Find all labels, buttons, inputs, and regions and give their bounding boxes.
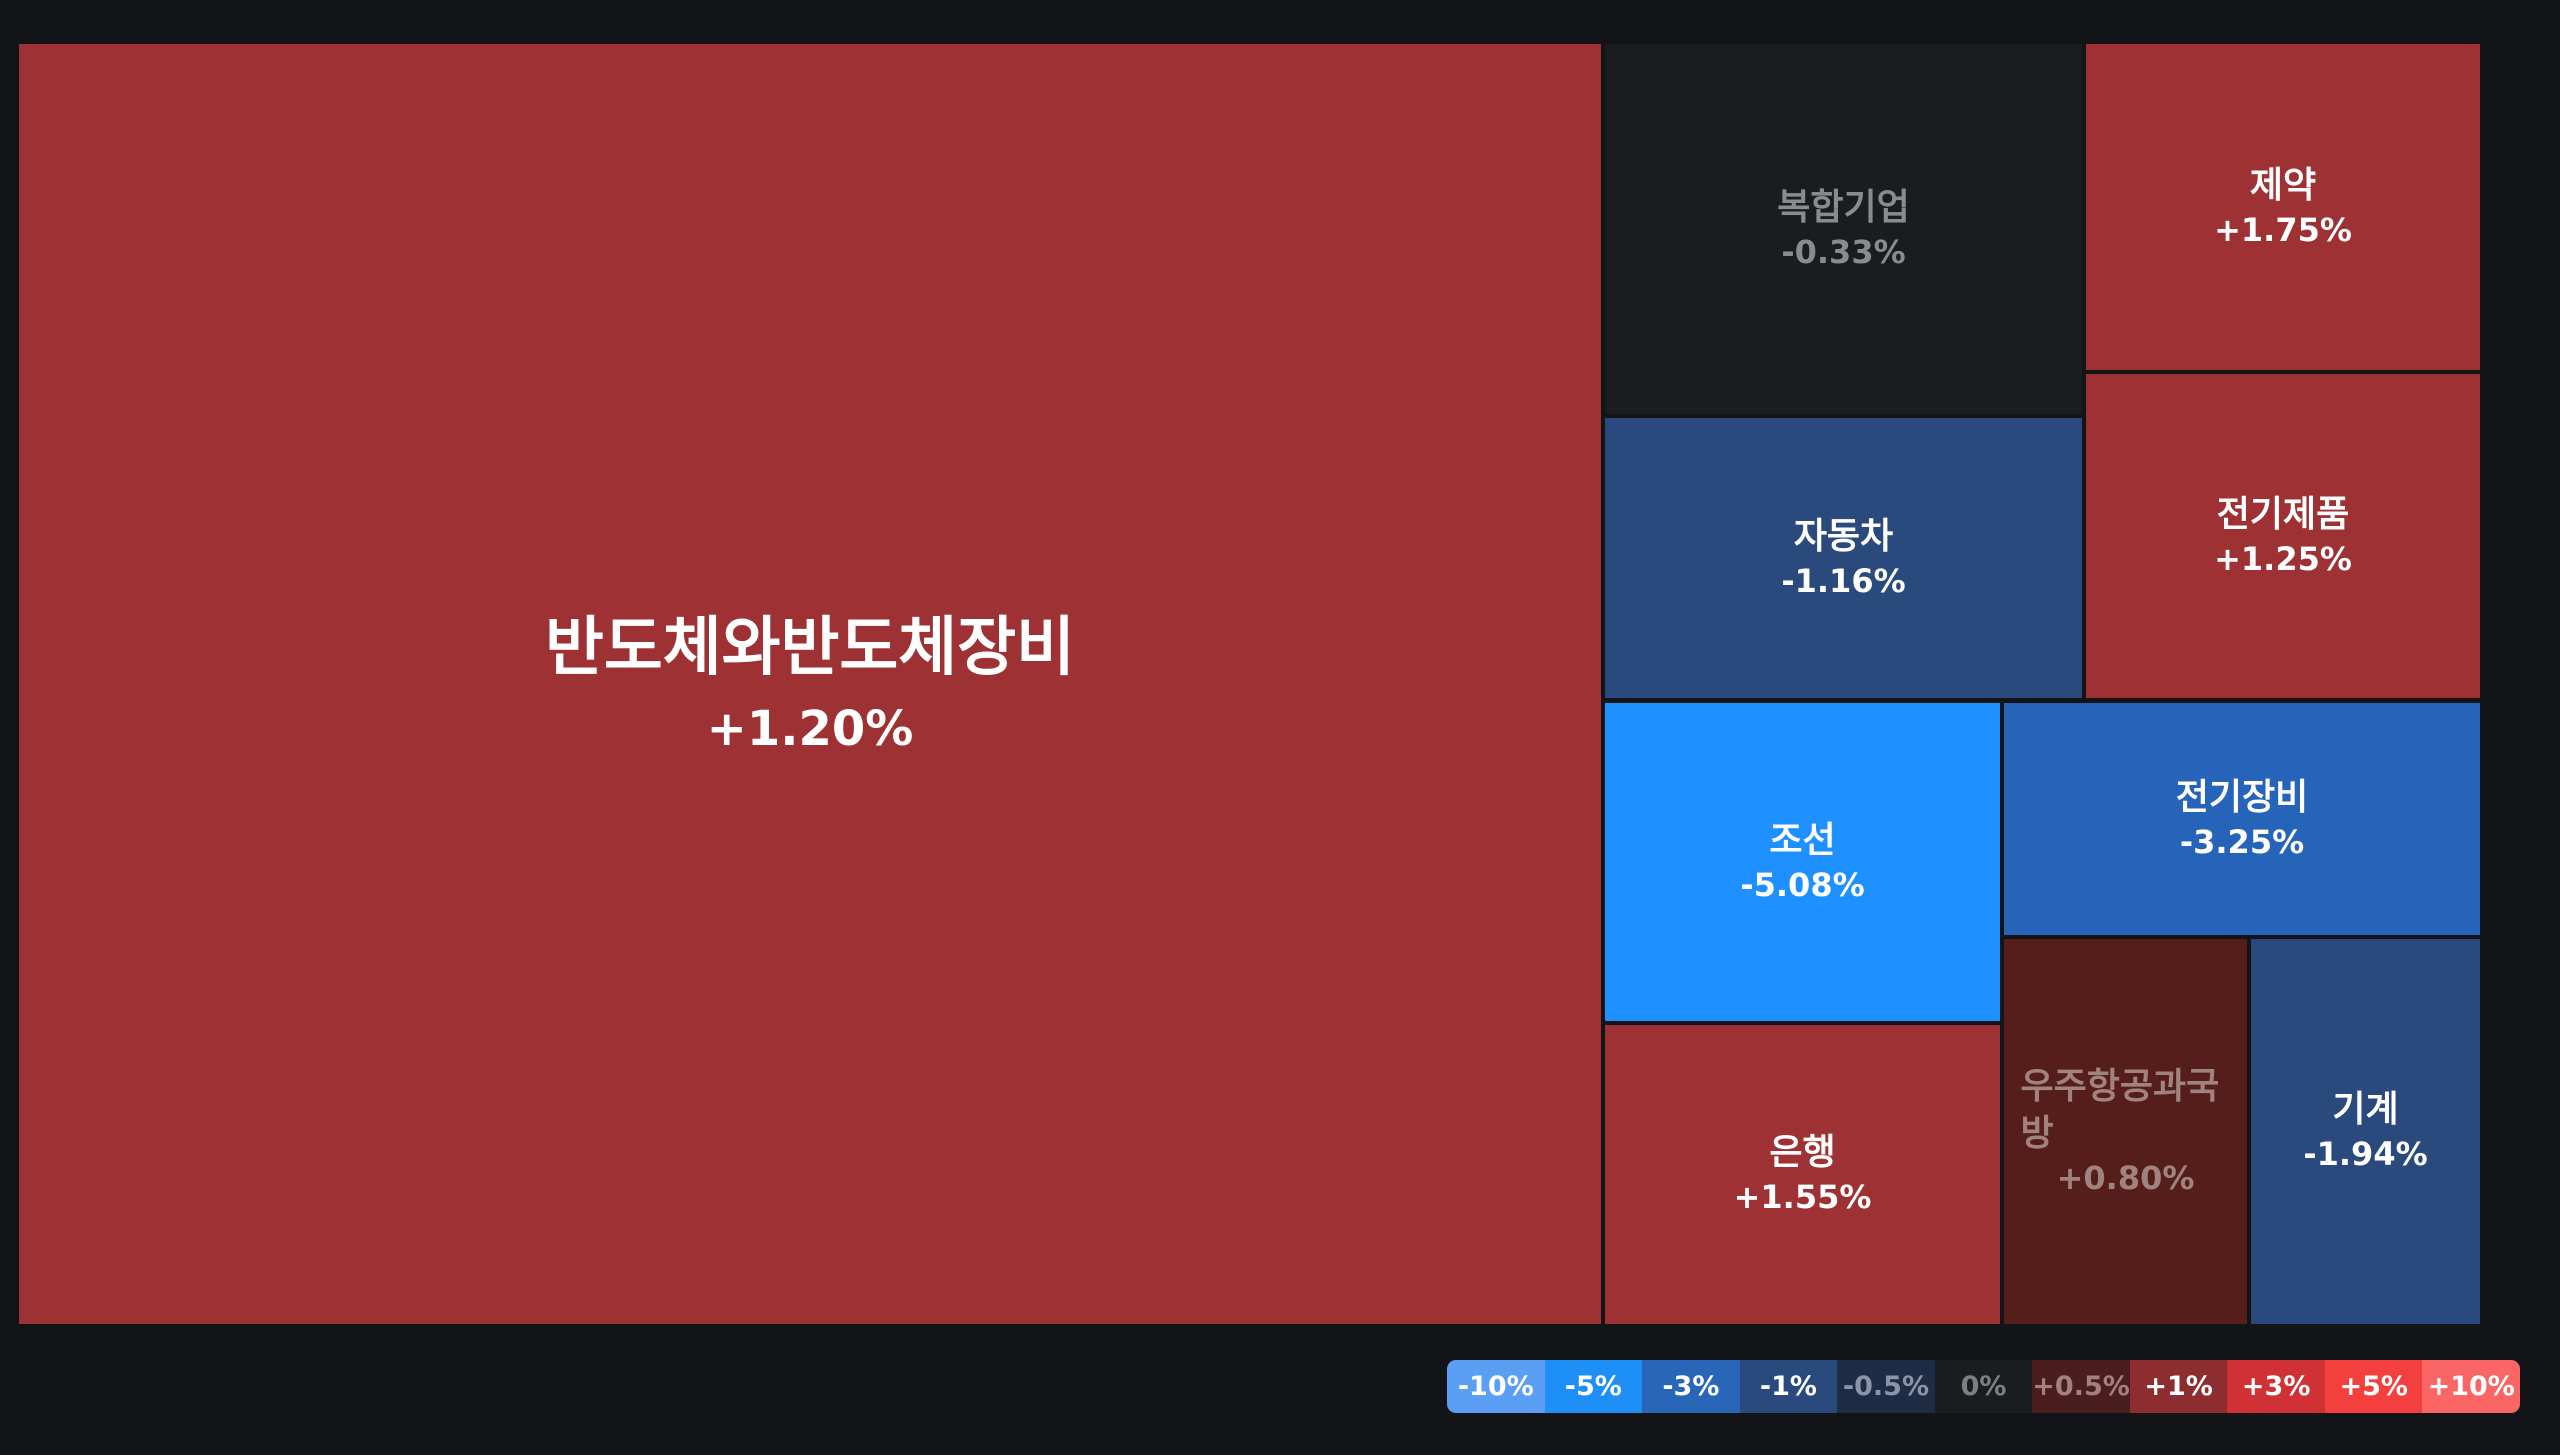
legend-item-minus-5[interactable]: -5% (1544, 1360, 1643, 1413)
tile-name: 반도체와반도체장비 (545, 611, 1075, 686)
legend-item-minus-0-5[interactable]: -0.5% (1837, 1360, 1935, 1413)
legend-item-plus-10[interactable]: +10% (2422, 1360, 2520, 1413)
tile-name: 복합기업 (1777, 186, 1910, 228)
tile-change: +1.75% (2214, 210, 2352, 249)
tile-electrical-products[interactable]: 전기제품 +1.25% (2086, 374, 2480, 698)
tile-pharma[interactable]: 제약 +1.75% (2086, 44, 2480, 370)
sector-heatmap: 반도체와반도체장비 +1.20% 복합기업 -0.33% 제약 +1.75% 자… (0, 0, 2560, 1455)
legend-item-zero[interactable]: 0% (1934, 1360, 2033, 1413)
tile-name: 전기장비 (2175, 776, 2309, 818)
legend-item-minus-3[interactable]: -3% (1642, 1360, 1740, 1413)
legend-item-minus-1[interactable]: -1% (1739, 1360, 1838, 1413)
tile-change: -1.16% (1781, 561, 1906, 600)
legend-item-plus-5[interactable]: +5% (2324, 1360, 2423, 1413)
tile-electrical-equipment[interactable]: 전기장비 -3.25% (2004, 703, 2480, 935)
tile-change: +1.25% (2214, 539, 2352, 578)
tile-change: +0.80% (2056, 1158, 2195, 1197)
tile-semiconductors[interactable]: 반도체와반도체장비 +1.20% (19, 44, 1601, 1324)
tile-change: -1.94% (2303, 1135, 2428, 1174)
tile-name: 제약 (2249, 164, 2317, 206)
tile-name: 조선 (1769, 819, 1836, 861)
legend-item-minus-10[interactable]: -10% (1447, 1360, 1545, 1413)
tile-change: -5.08% (1740, 865, 1865, 904)
tile-shipbuilding[interactable]: 조선 -5.08% (1605, 703, 2000, 1021)
tile-banks[interactable]: 은행 +1.55% (1605, 1025, 2000, 1324)
legend-item-plus-1[interactable]: +1% (2129, 1360, 2228, 1413)
legend-item-plus-0-5[interactable]: +0.5% (2032, 1360, 2130, 1413)
tile-name: 전기제품 (2216, 493, 2350, 535)
legend-item-plus-3[interactable]: +3% (2227, 1360, 2325, 1413)
tile-aerospace-defense[interactable]: 우주항공과국방 +0.80% (2004, 939, 2247, 1324)
tile-change: +1.55% (1733, 1178, 1872, 1217)
tile-name: 기계 (2332, 1089, 2399, 1131)
tile-change: -0.33% (1781, 232, 1906, 271)
tile-conglomerates[interactable]: 복합기업 -0.33% (1605, 44, 2082, 414)
tile-name: 자동차 (1793, 515, 1894, 557)
tile-change: -3.25% (2179, 822, 2305, 861)
color-legend: -10% -5% -3% -1% -0.5% 0% +0.5% +1% +3% … (1447, 1360, 2520, 1413)
tile-change: +1.20% (706, 701, 914, 758)
tile-name: 은행 (1769, 1132, 1836, 1174)
tile-name: 우주항공과국방 (2020, 1065, 2220, 1154)
tile-automobiles[interactable]: 자동차 -1.16% (1605, 418, 2082, 698)
tile-machinery[interactable]: 기계 -1.94% (2251, 939, 2480, 1324)
